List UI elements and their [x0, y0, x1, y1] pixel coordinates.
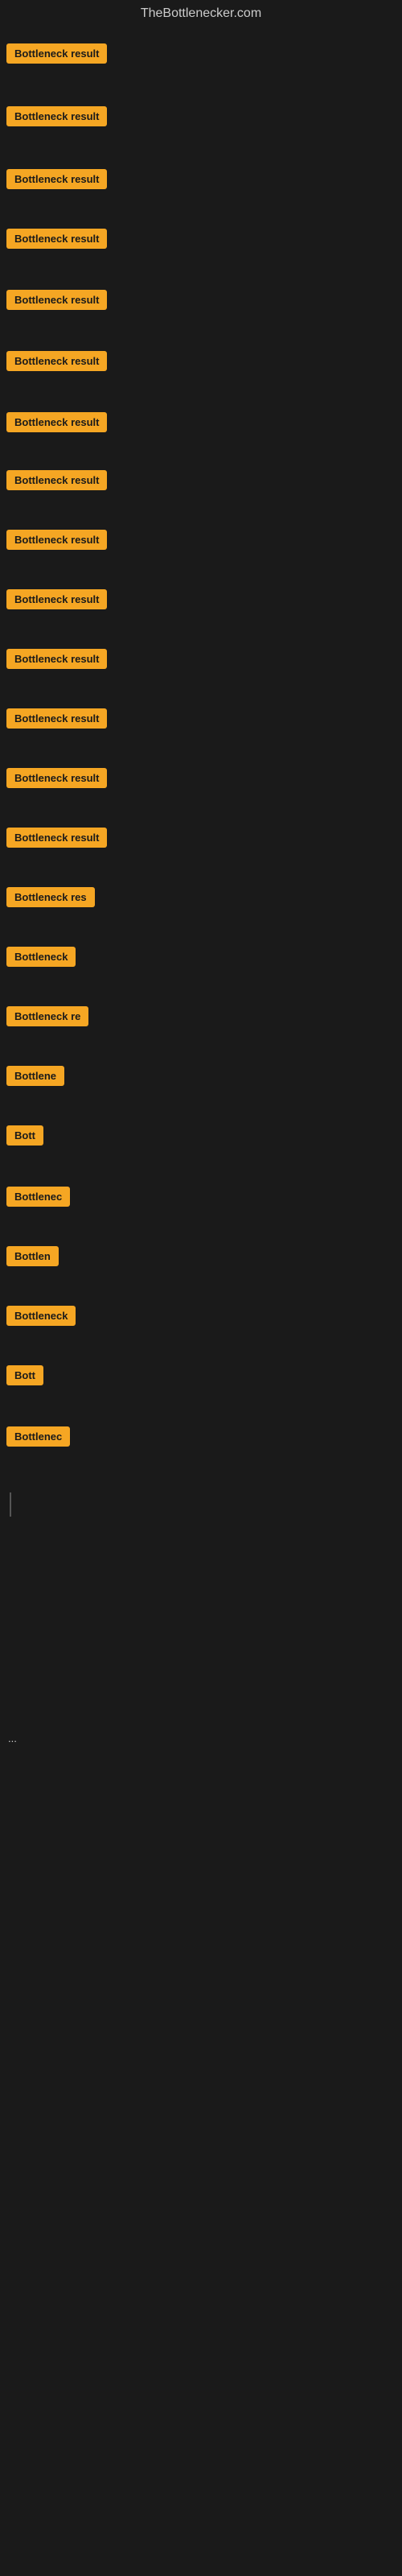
list-item: Bottleneck	[0, 1304, 402, 1328]
list-item: Bottleneck result	[0, 349, 402, 374]
list-item: Bottleneck result	[0, 288, 402, 312]
site-title: TheBottlenecker.com	[0, 0, 402, 27]
bottleneck-badge[interactable]: Bottleneck result	[6, 290, 107, 310]
bottleneck-badge[interactable]: Bottleneck result	[6, 589, 107, 609]
bottleneck-badge[interactable]: Bottleneck result	[6, 828, 107, 848]
items-container: Bottleneck result Bottleneck result Bott…	[0, 27, 402, 2070]
bottleneck-badge[interactable]: Bottleneck	[6, 947, 76, 967]
bottleneck-badge[interactable]: Bottlenec	[6, 1426, 70, 1447]
bottleneck-badge[interactable]: Bottleneck result	[6, 43, 107, 64]
list-item: Bottleneck result	[0, 105, 402, 129]
list-item: Bottleneck re	[0, 1005, 402, 1029]
list-item: Bottleneck res	[0, 886, 402, 910]
list-item: Bottleneck result	[0, 42, 402, 66]
bottleneck-badge[interactable]: Bott	[6, 1365, 43, 1385]
list-item: Bottlen	[0, 1245, 402, 1269]
list-item: Bottleneck result	[0, 227, 402, 251]
bottleneck-badge[interactable]: Bott	[6, 1125, 43, 1146]
bottleneck-badge[interactable]: Bottleneck result	[6, 649, 107, 669]
list-item: Bottleneck result	[0, 707, 402, 731]
list-item: Bottleneck result	[0, 469, 402, 493]
bottleneck-badge[interactable]: Bottlenec	[6, 1187, 70, 1207]
ellipsis-indicator: ...	[0, 1729, 402, 1748]
empty-space-2	[0, 1748, 402, 2070]
bottleneck-badge[interactable]: Bottleneck res	[6, 887, 95, 907]
bottleneck-badge[interactable]: Bottleneck result	[6, 470, 107, 490]
list-item: Bottleneck result	[0, 528, 402, 552]
bottleneck-badge[interactable]: Bottleneck result	[6, 229, 107, 249]
list-item: Bottlenec	[0, 1185, 402, 1209]
list-item: Bottlenec	[0, 1425, 402, 1449]
empty-space-1	[0, 1520, 402, 1729]
list-item: Bottleneck	[0, 945, 402, 969]
bottleneck-badge[interactable]: Bottleneck result	[6, 169, 107, 189]
bottleneck-badge[interactable]: Bottleneck re	[6, 1006, 88, 1026]
bottleneck-badge[interactable]: Bottlen	[6, 1246, 59, 1266]
list-item: Bott	[0, 1364, 402, 1388]
list-item: Bottlene	[0, 1064, 402, 1088]
list-item: Bottleneck result	[0, 167, 402, 192]
list-item: Bottleneck result	[0, 588, 402, 612]
vertical-line	[0, 1489, 402, 1520]
list-item: Bottleneck result	[0, 766, 402, 791]
bottleneck-badge[interactable]: Bottleneck result	[6, 530, 107, 550]
list-item: Bott	[0, 1124, 402, 1148]
bottleneck-badge[interactable]: Bottleneck result	[6, 106, 107, 126]
list-item: Bottleneck result	[0, 826, 402, 850]
list-item: Bottleneck result	[0, 647, 402, 671]
bottleneck-badge[interactable]: Bottleneck result	[6, 412, 107, 432]
bottleneck-badge[interactable]: Bottleneck result	[6, 351, 107, 371]
bottleneck-badge[interactable]: Bottleneck result	[6, 708, 107, 729]
bottleneck-badge[interactable]: Bottlene	[6, 1066, 64, 1086]
list-item: Bottleneck result	[0, 411, 402, 435]
bottleneck-badge[interactable]: Bottleneck	[6, 1306, 76, 1326]
bottleneck-badge[interactable]: Bottleneck result	[6, 768, 107, 788]
